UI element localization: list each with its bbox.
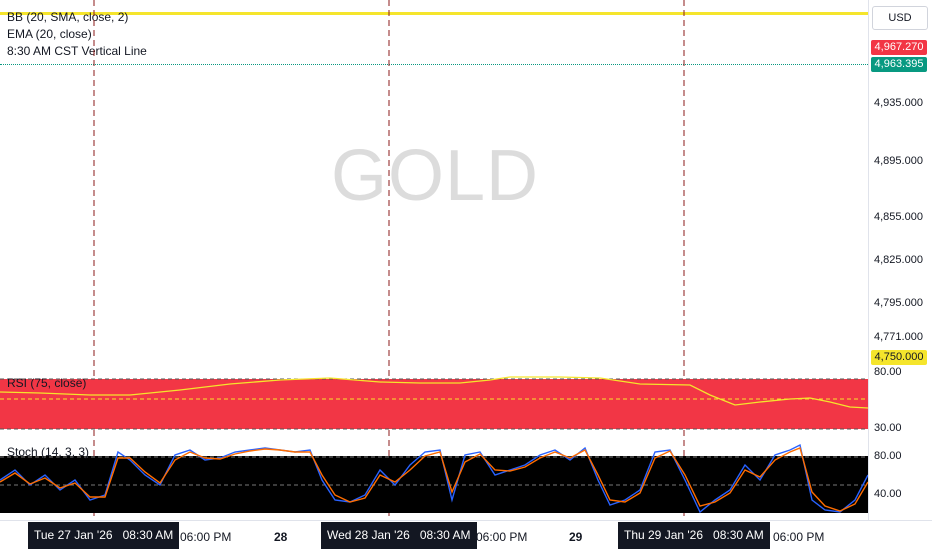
time-label: 08:30 AM [713, 528, 764, 542]
price-tick: 4,895.000 [874, 155, 923, 167]
date-label: Tue 27 Jan '26 [34, 528, 113, 542]
currency-button[interactable]: USD [872, 6, 928, 30]
stoch-scale-upper: 80.00 [874, 450, 902, 462]
price-tick: 4,795.000 [874, 297, 923, 309]
time-axis-date-1: Tue 27 Jan '26 08:30 AM [28, 522, 180, 549]
stoch-overlay [0, 443, 868, 514]
time-tick: 29 [569, 530, 583, 544]
rsi-scale-lower: 30.00 [874, 422, 902, 434]
price-tick: 4,825.000 [874, 254, 923, 266]
stoch-label[interactable]: Stoch (14, 3, 3) [7, 445, 89, 459]
price-tick: 4,855.000 [874, 211, 923, 223]
time-axis-date-3: Thu 29 Jan '26 08:30 AM [618, 522, 770, 549]
price-tag-green: 4,963.395 [871, 57, 927, 72]
price-tick: 4,935.000 [874, 97, 923, 109]
price-tag-red: 4,967.270 [871, 40, 927, 55]
rsi-scale-upper: 80.00 [874, 366, 902, 378]
date-label: Wed 28 Jan '26 [327, 528, 410, 542]
date-label: Thu 29 Jan '26 [624, 528, 704, 542]
rsi-overlay [0, 376, 868, 430]
time-tick: 06:00 PM [180, 530, 232, 544]
time-label: 08:30 AM [419, 528, 471, 542]
rsi-line [0, 376, 868, 409]
time-label: 08:30 AM [122, 528, 174, 542]
rsi-label[interactable]: RSI (75, close) [7, 376, 86, 390]
price-tick: 4,771.000 [874, 331, 923, 343]
time-axis-date-2: Wed 28 Jan '26 08:30 AM [321, 522, 477, 549]
stoch-scale-lower: 40.00 [874, 488, 902, 500]
price-tag-yellow: 4,750.000 [871, 350, 927, 365]
time-tick: 06:00 PM [476, 530, 528, 544]
time-tick: 06:00 PM [773, 530, 825, 544]
stoch-k-line [0, 443, 868, 514]
time-tick: 28 [274, 530, 288, 544]
